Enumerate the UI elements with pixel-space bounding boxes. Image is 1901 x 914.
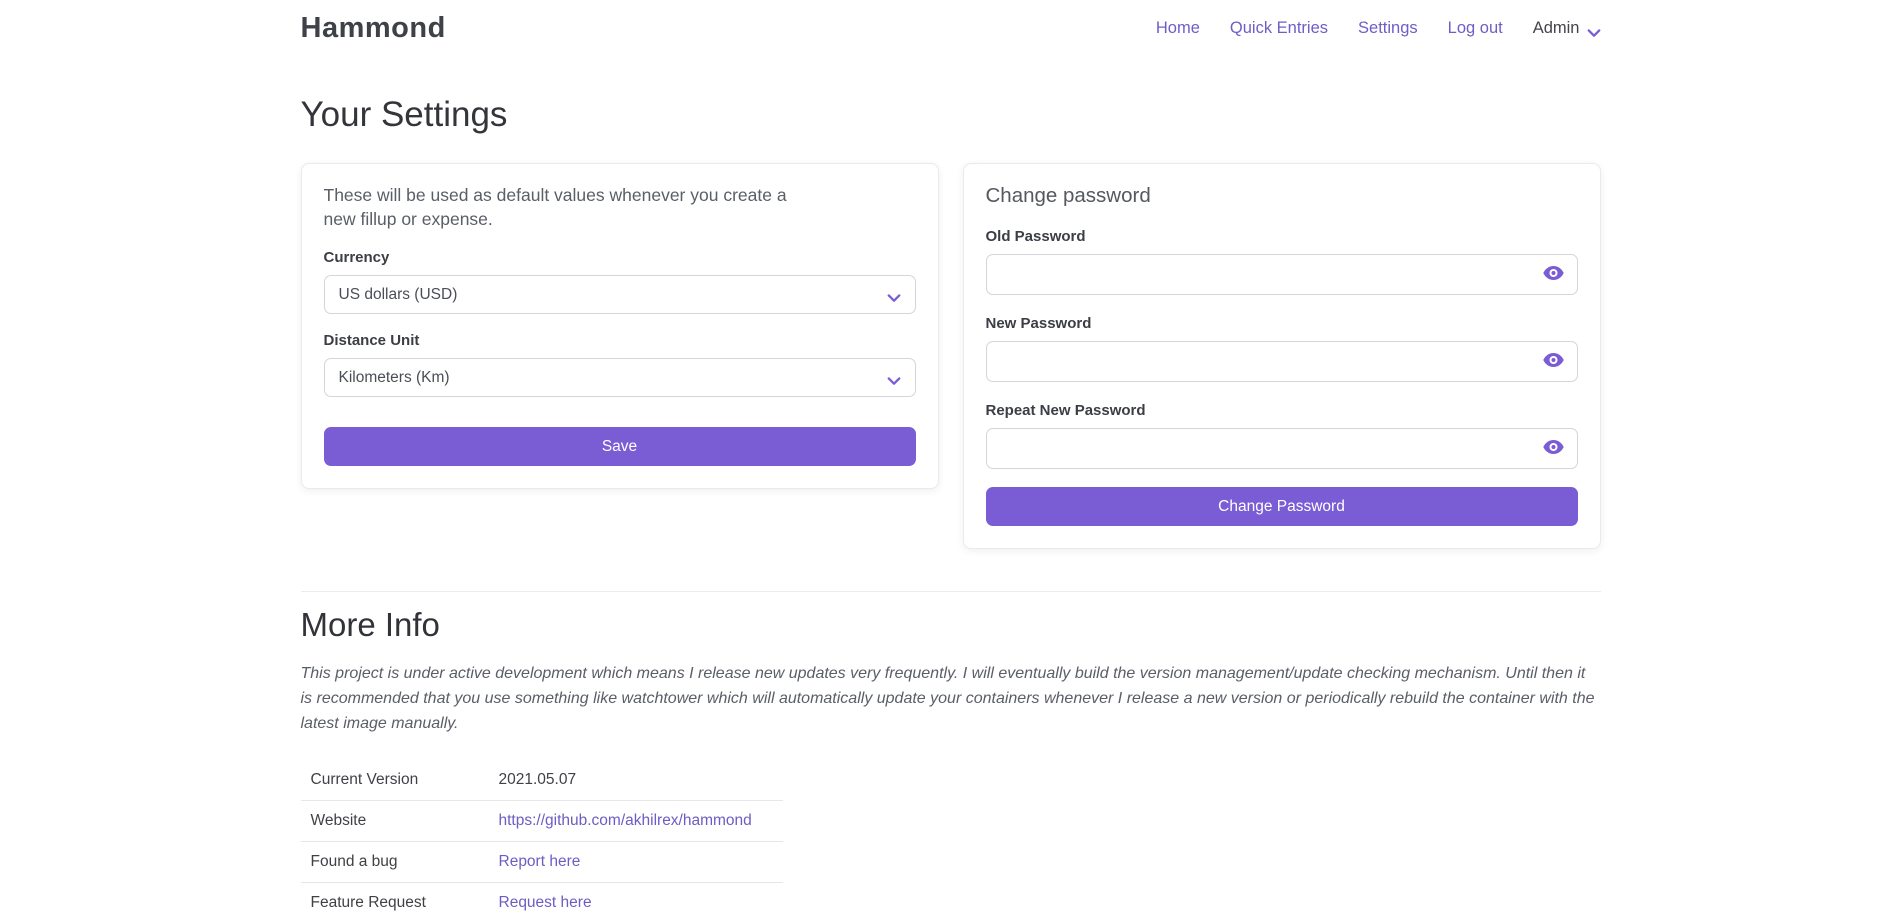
save-button[interactable]: Save xyxy=(324,427,916,466)
distance-unit-selected-value: Kilometers (Km) xyxy=(339,369,450,387)
nav-item-logout[interactable]: Log out xyxy=(1448,19,1503,38)
defaults-card: These will be used as default values whe… xyxy=(301,163,939,489)
table-row-label: Current Version xyxy=(301,760,489,801)
new-password-group xyxy=(986,341,1578,382)
table-row-found-a-bug: Found a bug Report here xyxy=(301,842,783,883)
section-divider xyxy=(301,591,1601,592)
new-password-input[interactable] xyxy=(986,341,1578,382)
user-menu-label: Admin xyxy=(1533,19,1580,38)
currency-selected-value: US dollars (USD) xyxy=(339,286,458,304)
chevron-down-icon xyxy=(887,373,901,382)
page-title: Your Settings xyxy=(301,95,1601,135)
navbar: Hammond Home Quick Entries Settings Log … xyxy=(0,0,1901,45)
nav-links: Home Quick Entries Settings Log out Admi… xyxy=(1156,19,1601,38)
chevron-down-icon xyxy=(1587,24,1601,33)
nav-item-settings[interactable]: Settings xyxy=(1358,19,1418,38)
chevron-down-icon xyxy=(887,290,901,299)
toggle-password-visibility-button[interactable] xyxy=(1543,267,1565,283)
more-info-title: More Info xyxy=(301,606,1601,644)
brand-logo[interactable]: Hammond xyxy=(301,12,446,45)
report-bug-link[interactable]: Report here xyxy=(499,853,581,870)
table-row-label: Feature Request xyxy=(301,883,489,914)
repeat-new-password-group xyxy=(986,428,1578,469)
table-row-website: Website https://github.com/akhilrex/hamm… xyxy=(301,801,783,842)
website-link[interactable]: https://github.com/akhilrex/hammond xyxy=(499,812,752,829)
table-row-current-version: Current Version 2021.05.07 xyxy=(301,760,783,801)
eye-icon xyxy=(1543,440,1564,457)
currency-label: Currency xyxy=(324,249,916,266)
nav-item-home[interactable]: Home xyxy=(1156,19,1200,38)
main-content: Your Settings These will be used as defa… xyxy=(301,95,1601,914)
currency-select[interactable]: US dollars (USD) xyxy=(324,275,916,314)
defaults-description: These will be used as default values whe… xyxy=(324,184,804,231)
toggle-password-visibility-button[interactable] xyxy=(1543,441,1565,457)
table-row-label: Found a bug xyxy=(301,842,489,883)
old-password-group xyxy=(986,254,1578,295)
old-password-label: Old Password xyxy=(986,228,1578,245)
old-password-input[interactable] xyxy=(986,254,1578,295)
info-table: Current Version 2021.05.07 Website https… xyxy=(301,760,783,914)
table-row-label: Website xyxy=(301,801,489,842)
repeat-new-password-input[interactable] xyxy=(986,428,1578,469)
distance-unit-select[interactable]: Kilometers (Km) xyxy=(324,358,916,397)
change-password-button[interactable]: Change Password xyxy=(986,487,1578,526)
development-note: This project is under active development… xyxy=(301,662,1601,736)
change-password-card: Change password Old Password New Passwor… xyxy=(963,163,1601,549)
distance-unit-label: Distance Unit xyxy=(324,332,916,349)
feature-request-link[interactable]: Request here xyxy=(499,894,592,911)
repeat-new-password-label: Repeat New Password xyxy=(986,402,1578,419)
change-password-title: Change password xyxy=(986,184,1578,208)
nav-item-quick-entries[interactable]: Quick Entries xyxy=(1230,19,1328,38)
current-version-value: 2021.05.07 xyxy=(489,760,783,801)
toggle-password-visibility-button[interactable] xyxy=(1543,354,1565,370)
eye-icon xyxy=(1543,266,1564,283)
table-row-feature-request: Feature Request Request here xyxy=(301,883,783,914)
eye-icon xyxy=(1543,353,1564,370)
settings-cards-row: These will be used as default values whe… xyxy=(301,163,1601,549)
new-password-label: New Password xyxy=(986,315,1578,332)
user-menu-admin[interactable]: Admin xyxy=(1533,19,1601,38)
